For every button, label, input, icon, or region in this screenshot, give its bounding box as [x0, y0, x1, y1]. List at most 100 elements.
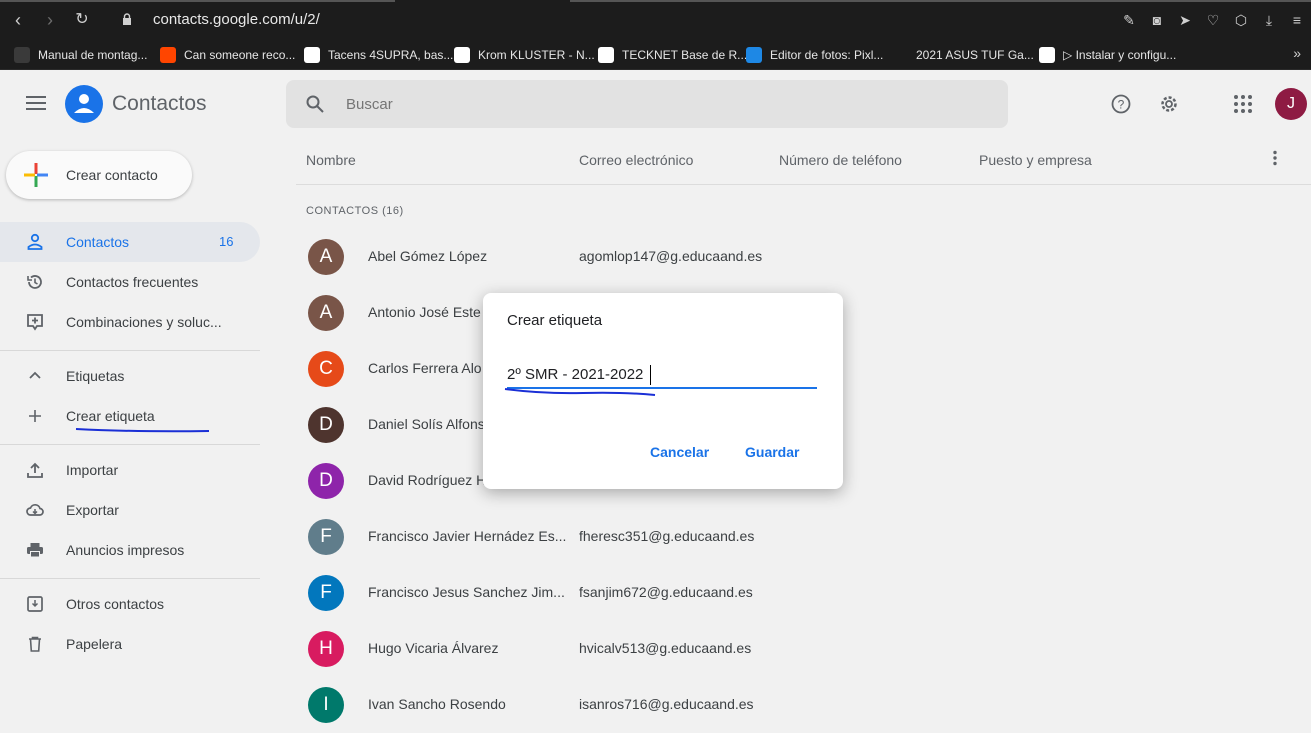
merge-fix-icon	[27, 314, 43, 331]
list-header-divider	[296, 184, 1311, 185]
contact-email: hvicalv513@g.educaand.es	[579, 640, 752, 656]
bookmark-label: Manual de montag...	[38, 48, 148, 62]
amazon-icon	[598, 47, 614, 63]
contacts-logo	[65, 85, 103, 123]
amazon-icon	[454, 47, 470, 63]
chevron-up-icon	[29, 371, 41, 379]
reload-icon[interactable]: ↻	[72, 10, 92, 30]
sidebar-item-contacts[interactable]: Contactos 16	[0, 222, 260, 262]
sidebar-item-create-label[interactable]: Crear etiqueta	[0, 396, 260, 436]
tab-strip-line	[0, 0, 395, 2]
bookmark-item[interactable]: ▷ Instalar y configu...	[1039, 46, 1176, 64]
search-icon[interactable]	[306, 95, 324, 113]
column-header-job[interactable]: Puesto y empresa	[979, 152, 1092, 168]
save-button[interactable]: Guardar	[745, 444, 799, 460]
bookmark-item[interactable]: Tacens 4SUPRA, bas...	[304, 46, 453, 64]
more-vert-icon[interactable]	[1272, 150, 1278, 166]
pixlr-icon	[746, 47, 762, 63]
sidebar-item-import[interactable]: Importar	[0, 450, 260, 490]
person-icon	[74, 94, 94, 113]
column-header-name[interactable]: Nombre	[306, 152, 356, 168]
contact-row[interactable]: A Abel Gómez López agomlop147@g.educaand.e…	[296, 229, 1311, 285]
sidebar-item-labels-toggle[interactable]: Etiquetas	[0, 356, 260, 396]
bookmarks-bar: Manual de montag... Can someone reco... Ta…	[0, 40, 1311, 70]
cancel-button[interactable]: Cancelar	[650, 444, 709, 460]
apps-grid-icon[interactable]	[1233, 94, 1253, 114]
camera-icon[interactable]: ◙	[1143, 10, 1171, 30]
sidebar-item-label: Anuncios impresos	[66, 542, 185, 558]
search-box[interactable]	[286, 80, 1008, 128]
create-contact-button[interactable]: Crear contacto	[6, 151, 192, 199]
sidebar-item-merge-fix[interactable]: Combinaciones y soluc...	[0, 302, 260, 342]
edit-icon[interactable]: ✎	[1115, 10, 1143, 30]
download-icon[interactable]: ⤓	[1255, 10, 1283, 30]
hamburger-menu-icon[interactable]	[26, 96, 46, 110]
contact-avatar: D	[308, 407, 344, 443]
colorful-plus-icon	[24, 163, 48, 187]
bookmark-label: Krom KLUSTER - N...	[478, 48, 595, 62]
sidebar-item-frequent[interactable]: Contactos frecuentes	[0, 262, 260, 302]
contact-row[interactable]: I Ivan Sancho Rosendo isanros716@g.educaan…	[296, 677, 1311, 733]
contact-email: fheresc351@g.educaand.es	[579, 528, 755, 544]
browser-toolbar: ‹ › ↻ contacts.google.com/u/2/ ✎ ◙ ➤ ♡ ⬡…	[0, 0, 1311, 40]
search-input[interactable]	[346, 92, 946, 116]
bookmark-item[interactable]: Krom KLUSTER - N...	[454, 46, 595, 64]
settings-gear-icon[interactable]	[1159, 94, 1179, 114]
trash-icon	[29, 636, 41, 652]
upload-icon	[27, 462, 43, 478]
bookmark-label: TECKNET Base de R...	[622, 48, 748, 62]
bookmark-item[interactable]: 2021 ASUS TUF Ga...	[892, 46, 1034, 64]
column-header-email[interactable]: Correo electrónico	[579, 152, 693, 168]
contact-avatar: C	[308, 351, 344, 387]
column-header-phone[interactable]: Número de teléfono	[779, 152, 902, 168]
account-avatar[interactable]: J	[1275, 88, 1307, 120]
reddit-icon	[160, 47, 176, 63]
contacts-app: Contactos ? J Crear contacto	[0, 70, 1311, 723]
contact-name: Francisco Jesus Sanchez Jim...	[368, 584, 565, 600]
bookmarks-overflow-icon[interactable]: »	[1293, 45, 1301, 61]
bookmark-item[interactable]: Editor de fotos: Pixl...	[746, 46, 883, 64]
contact-name: Hugo Vicaria Álvarez	[368, 640, 499, 656]
menu-lines-icon[interactable]: ≡	[1283, 10, 1311, 30]
contact-name: Abel Gómez López	[368, 248, 488, 264]
contact-row[interactable]: F Francisco Javier Hernádez Es... fheresc3…	[296, 509, 1311, 565]
forward-icon[interactable]: ›	[40, 10, 60, 30]
bookmark-item[interactable]: Manual de montag...	[14, 46, 147, 64]
bookmark-item[interactable]: Can someone reco...	[160, 46, 295, 64]
back-icon[interactable]: ‹	[8, 10, 28, 30]
history-icon	[27, 275, 42, 289]
contact-avatar: A	[308, 239, 344, 275]
text-caret	[650, 365, 651, 385]
heart-icon[interactable]: ♡	[1199, 10, 1227, 30]
sidebar-item-label: Contactos	[66, 234, 130, 250]
bookmark-label: Can someone reco...	[184, 48, 296, 62]
create-label-dialog: Crear etiqueta Cancelar Guardar	[483, 293, 843, 489]
contact-email: fsanjim672@g.educaand.es	[579, 584, 753, 600]
svg-text:?: ?	[1118, 98, 1125, 112]
archive-download-icon	[27, 596, 43, 612]
contact-avatar: D	[308, 463, 344, 499]
contact-avatar: A	[308, 295, 344, 331]
contact-name: Francisco Javier Hernádez Es...	[368, 528, 567, 544]
create-contact-label: Crear contacto	[66, 167, 158, 183]
bookmark-item[interactable]: TECKNET Base de R...	[598, 46, 747, 64]
printer-icon	[27, 543, 43, 558]
asus-icon	[892, 47, 908, 63]
contact-row[interactable]: F Francisco Jesus Sanchez Jim... fsanjim67…	[296, 565, 1311, 621]
cloud-download-icon	[26, 503, 44, 516]
send-icon[interactable]: ➤	[1171, 10, 1199, 30]
bookmark-label: ▷ Instalar y configu...	[1063, 48, 1177, 62]
contact-row[interactable]: H Hugo Vicaria Álvarez hvicalv513@g.educaa…	[296, 621, 1311, 677]
cube-icon[interactable]: ⬡	[1227, 10, 1255, 30]
sidebar-item-export[interactable]: Exportar	[0, 490, 260, 530]
address-bar[interactable]: contacts.google.com/u/2/	[153, 11, 320, 28]
label-name-input[interactable]	[507, 361, 817, 389]
sidebar-item-print[interactable]: Anuncios impresos	[0, 530, 260, 570]
sidebar-item-label: Importar	[66, 462, 119, 478]
contact-email: isanros716@g.educaand.es	[579, 696, 754, 712]
sidebar-item-trash[interactable]: Papelera	[0, 624, 260, 664]
help-icon[interactable]: ?	[1111, 94, 1131, 114]
contacts-section-label: CONTACTOS (16)	[306, 205, 404, 217]
sidebar-item-label: Combinaciones y soluc...	[66, 314, 222, 330]
sidebar-item-other-contacts[interactable]: Otros contactos	[0, 584, 260, 624]
